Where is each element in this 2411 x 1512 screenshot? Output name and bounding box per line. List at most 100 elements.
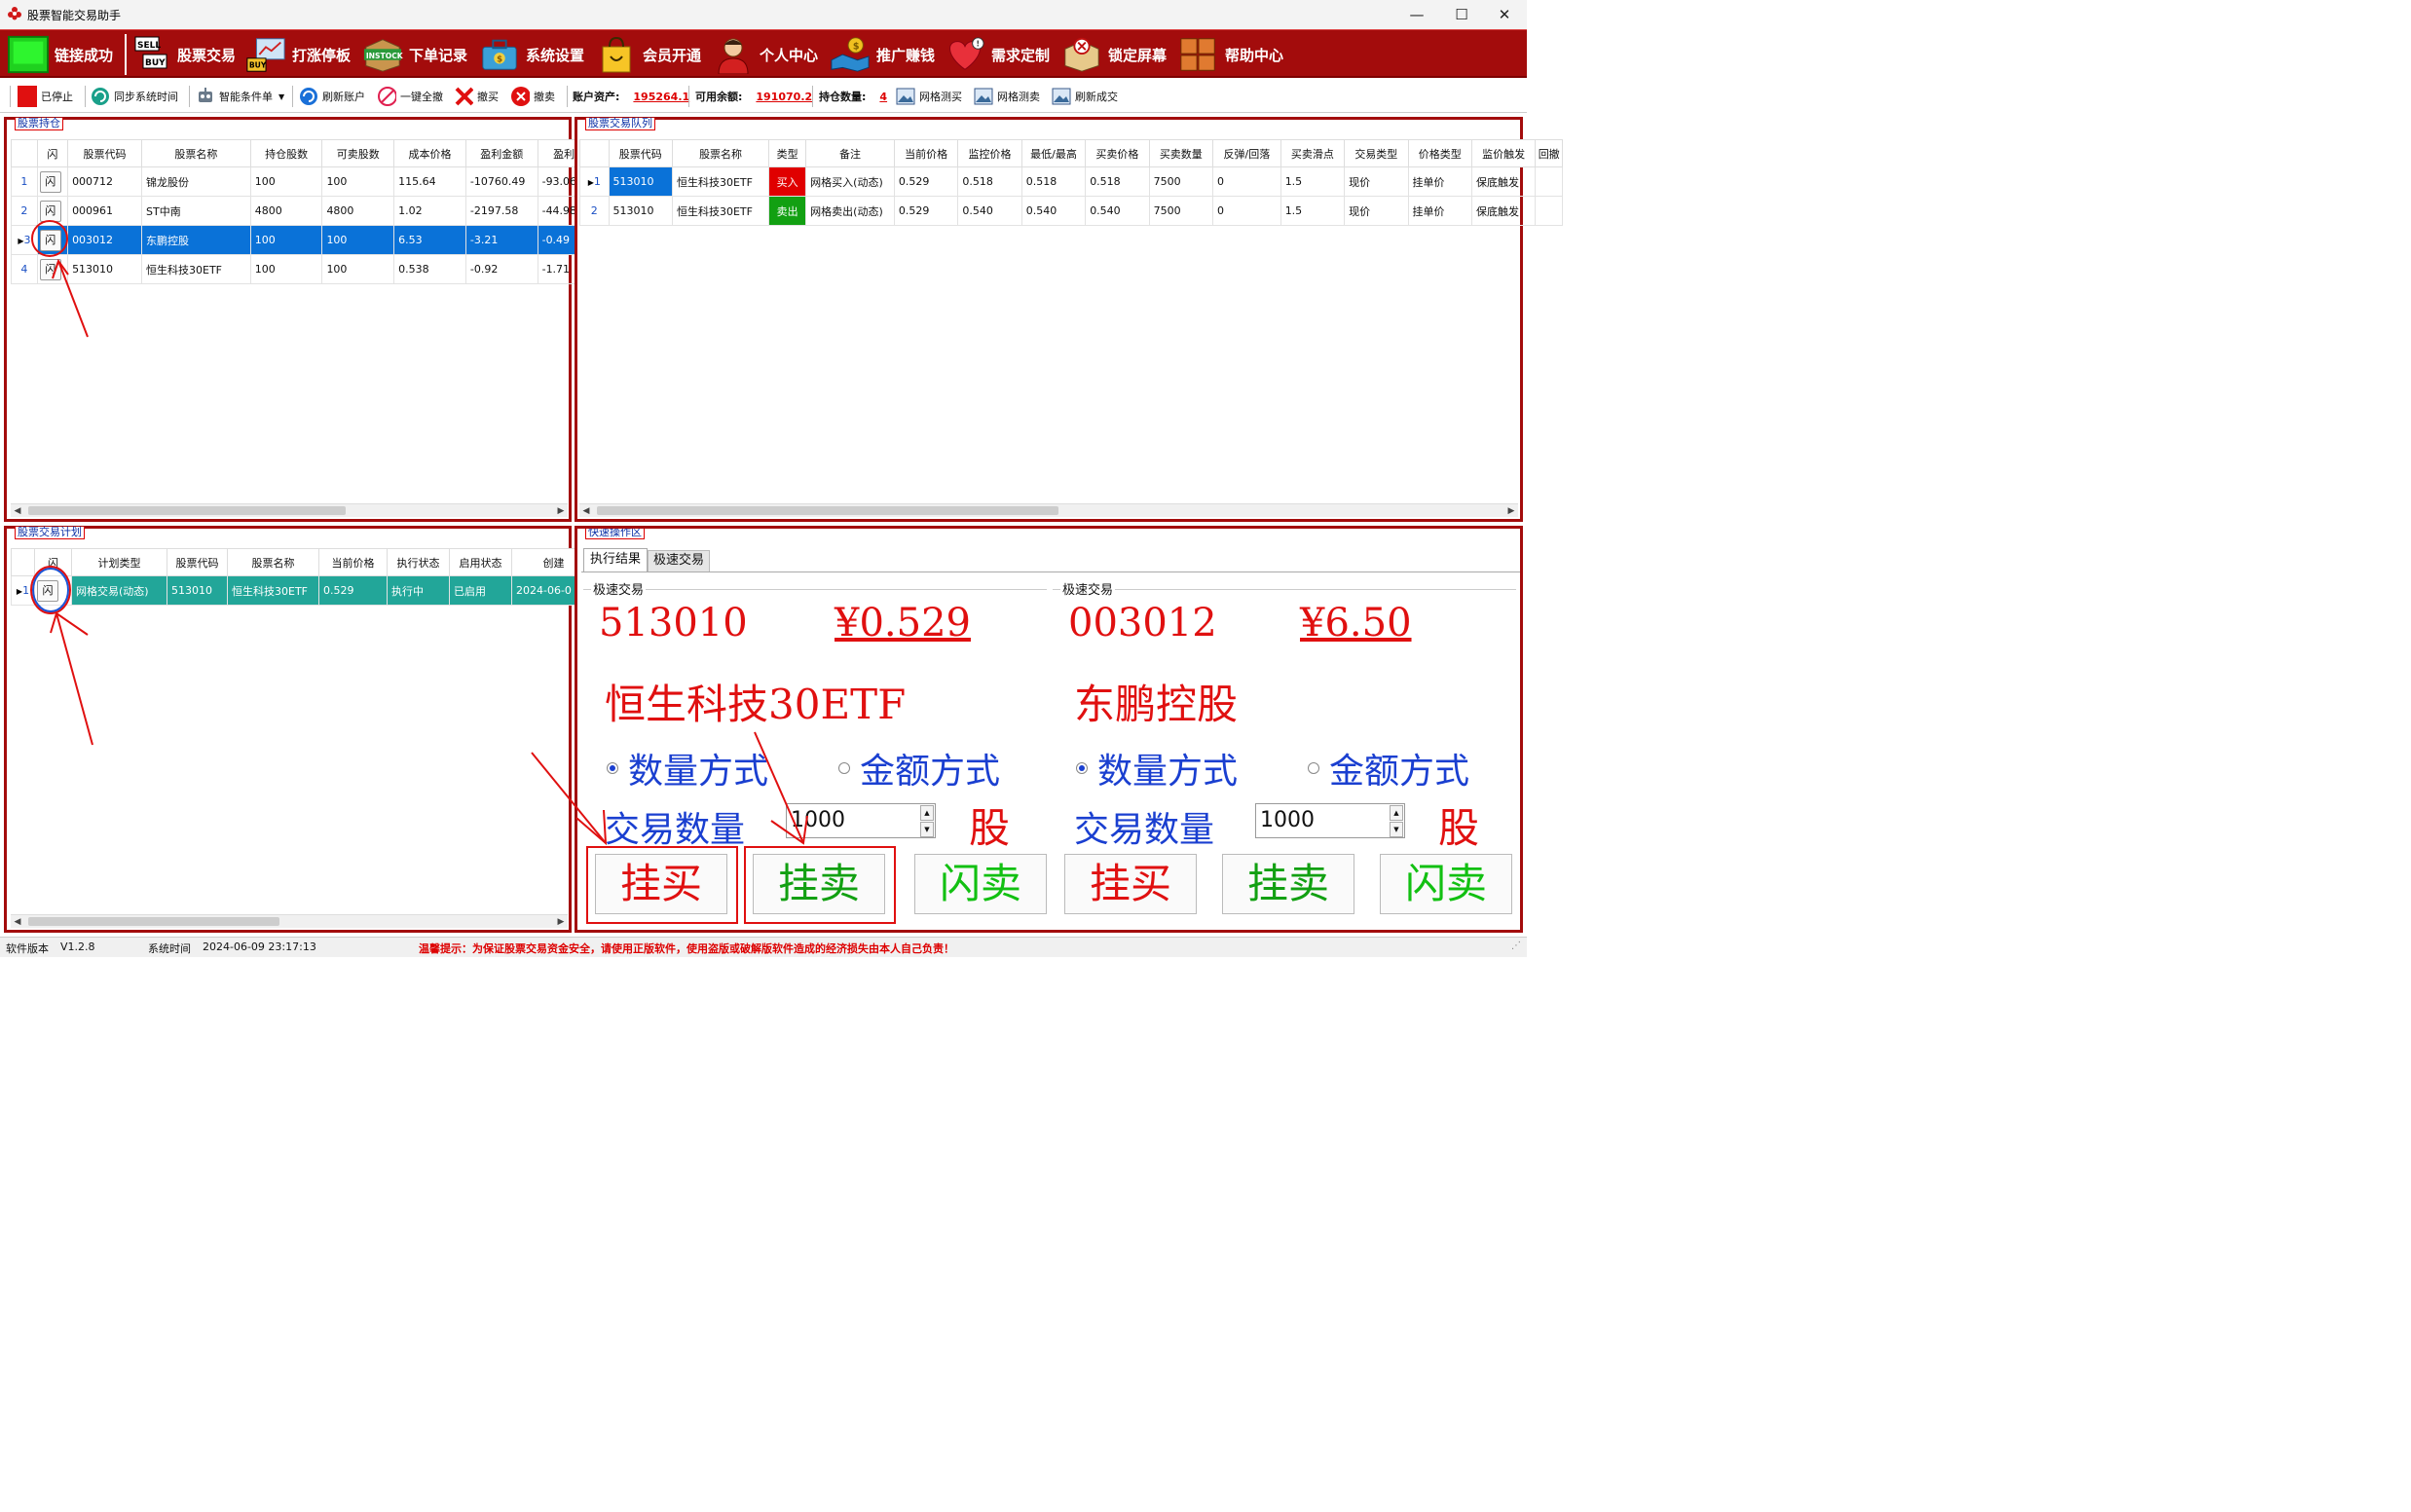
toolbox-icon: $ — [479, 35, 520, 74]
chart-board-icon: BUY — [245, 35, 286, 74]
refresh-deals-button[interactable]: 刷新成交 — [1052, 85, 1118, 108]
column-header: 股票代码 — [167, 548, 228, 576]
flash-sell-button[interactable]: 闪 — [39, 200, 61, 222]
table-row[interactable]: ▶1 513010 恒生科技30ETF 买入 网格买入(动态) 0.529 0.… — [579, 166, 1563, 197]
menu-item-lock-screen[interactable]: 锁定屏幕 — [1061, 34, 1167, 75]
stopped-label: 已停止 — [41, 91, 73, 103]
radio-by-quantity[interactable]: 数量方式 — [1076, 743, 1238, 793]
flash-sell-button[interactable]: 闪 — [37, 579, 58, 602]
cell-price: 0.529 — [893, 166, 959, 197]
menu-item-customization[interactable]: ! 需求定制 — [945, 34, 1050, 75]
cell-code: 003012 — [67, 225, 143, 255]
stepper-up-icon[interactable]: ▲ — [1390, 805, 1403, 821]
scroll-right-icon[interactable]: ▶ — [1504, 504, 1518, 518]
trade-queue-panel: 股票交易队列 股票代码 股票名称 类型 备注 当前价格 监控价格 最低/最高 买… — [575, 117, 1563, 522]
window-title: 股票智能交易助手 — [27, 9, 122, 22]
resize-grip-icon[interactable]: ⋰ — [1511, 940, 1521, 951]
cell-empty — [1535, 196, 1563, 226]
unit-label: 股 — [969, 804, 1011, 852]
queue-hscrollbar[interactable]: ◀ ▶ — [579, 503, 1518, 517]
table-row[interactable]: 1 闪 000712 锦龙股份 100 100 115.64 -10760.49… — [11, 166, 635, 197]
column-header: 类型 — [768, 139, 807, 167]
menu-item-personal-center[interactable]: 个人中心 — [713, 34, 818, 75]
limit-sell-button[interactable]: 挂卖 — [1222, 854, 1354, 914]
smart-order-dropdown[interactable]: 智能条件单 ▼ — [196, 85, 284, 108]
menu-item-connected[interactable]: 链接成功 — [8, 34, 113, 75]
radio-label: 数量方式 — [628, 752, 769, 792]
holdings-label: 持仓数量: — [819, 91, 867, 103]
cancel-all-button[interactable]: 一键全撤 — [377, 85, 443, 108]
sync-time-button[interactable]: 同步系统时间 — [91, 85, 178, 108]
cancel-sell-button[interactable]: 撤卖 — [510, 85, 555, 108]
assets-value: 195264.1 — [633, 90, 690, 103]
cell-pnl: -10760.49 — [464, 166, 538, 197]
menu-item-order-records[interactable]: INSTOCK 下单记录 — [362, 34, 467, 75]
stopped-button[interactable]: 已停止 — [18, 85, 73, 108]
limit-buy-button[interactable]: 挂买 — [595, 854, 727, 914]
menu-item-membership[interactable]: 会员开通 — [596, 34, 701, 75]
flash-sell-button[interactable]: 闪卖 — [1380, 854, 1512, 914]
holdings-hscrollbar[interactable]: ◀ ▶ — [11, 503, 568, 517]
tab-fast-trade[interactable]: 极速交易 — [648, 550, 710, 572]
table-row-selected[interactable]: ▶3 闪 003012 东鹏控股 100 100 6.53 -3.21 -0.4… — [11, 225, 635, 255]
scroll-left-icon[interactable]: ◀ — [579, 504, 593, 518]
table-row[interactable]: 2 513010 恒生科技30ETF 卖出 网格卖出(动态) 0.529 0.5… — [579, 196, 1563, 226]
picture-icon — [974, 87, 993, 106]
scroll-left-icon[interactable]: ◀ — [11, 504, 24, 518]
scroll-right-icon[interactable]: ▶ — [554, 915, 568, 929]
holdings-panel: 股票持仓 闪 股票代码 股票名称 持仓股数 可卖股数 成本价格 盈利金额 盈利百… — [4, 117, 635, 522]
flash-sell-button[interactable]: 闪 — [39, 229, 61, 251]
scroll-left-icon[interactable]: ◀ — [11, 915, 24, 929]
limit-buy-button[interactable]: 挂买 — [1064, 854, 1197, 914]
menu-item-promotion[interactable]: $ 推广赚钱 — [830, 34, 935, 75]
picture-icon — [896, 87, 915, 106]
table-row[interactable]: ▶1 闪 网格交易(动态) 513010 恒生科技30ETF 0.529 执行中… — [11, 575, 596, 606]
grid-sell-test-button[interactable]: 网格测卖 — [974, 85, 1040, 108]
quantity-stepper[interactable]: 1000 ▲ ▼ — [786, 803, 936, 838]
menu-item-help-center[interactable]: 帮助中心 — [1178, 34, 1283, 75]
cell-type-sell: 卖出 — [768, 196, 807, 226]
limit-sell-button[interactable]: 挂卖 — [753, 854, 885, 914]
flash-sell-button[interactable]: 闪卖 — [914, 854, 1047, 914]
cancel-buy-button[interactable]: 撤买 — [454, 85, 499, 108]
menu-item-system-settings[interactable]: $ 系统设置 — [479, 34, 584, 75]
cell-plan-type: 网格交易(动态) — [71, 575, 167, 606]
flash-sell-button[interactable]: 闪 — [39, 170, 61, 193]
trade-plan-panel: 股票交易计划 闪 计划类型 股票代码 股票名称 当前价格 执行状态 启用状态 创… — [4, 526, 596, 933]
table-row[interactable]: 2 闪 000961 ST中南 4800 4800 1.02 -2197.58 … — [11, 196, 635, 226]
radio-selected-icon — [607, 762, 618, 774]
plan-hscrollbar[interactable]: ◀ ▶ — [11, 914, 568, 928]
flash-sell-button[interactable]: 闪 — [39, 258, 61, 280]
tab-execution-result[interactable]: 执行结果 — [583, 548, 648, 572]
quantity-stepper[interactable]: 1000 ▲ ▼ — [1255, 803, 1405, 838]
menu-item-stock-trade[interactable]: SELL BUY 股票交易 — [130, 34, 236, 75]
scroll-right-icon[interactable]: ▶ — [554, 504, 568, 518]
scroll-thumb[interactable] — [597, 506, 1058, 515]
close-button[interactable]: ✕ — [1482, 0, 1527, 29]
table-row[interactable]: 4 闪 513010 恒生科技30ETF 100 100 0.538 -0.92… — [11, 254, 635, 284]
card-group-title: 极速交易 — [1060, 579, 1116, 598]
scroll-thumb[interactable] — [28, 917, 279, 926]
stepper-down-icon[interactable]: ▼ — [920, 822, 934, 837]
minimize-button[interactable]: — — [1394, 0, 1439, 29]
cell-qty: 100 — [249, 254, 323, 284]
card-group-title: 极速交易 — [591, 579, 647, 598]
column-header: 闪 — [34, 548, 72, 576]
radio-by-amount[interactable]: 金额方式 — [838, 743, 1000, 793]
cell-price-type: 挂单价 — [1407, 196, 1472, 226]
menu-label-membership: 会员开通 — [643, 46, 702, 64]
svg-text:$: $ — [853, 41, 860, 52]
in-stock-icon: INSTOCK — [362, 35, 403, 74]
menu-item-limit-up[interactable]: BUY 打涨停板 — [245, 34, 351, 75]
stepper-up-icon[interactable]: ▲ — [920, 805, 934, 821]
maximize-button[interactable]: ☐ — [1439, 0, 1484, 29]
version-label: 软件版本 — [6, 942, 49, 955]
grid-buy-test-button[interactable]: 网格测买 — [896, 85, 962, 108]
menu-label-promotion: 推广赚钱 — [876, 46, 936, 64]
column-header: 盈利金额 — [464, 139, 538, 167]
scroll-thumb[interactable] — [28, 506, 346, 515]
radio-by-amount[interactable]: 金额方式 — [1308, 743, 1469, 793]
refresh-account-button[interactable]: 刷新账户 — [299, 85, 365, 108]
stepper-down-icon[interactable]: ▼ — [1390, 822, 1403, 837]
radio-by-quantity[interactable]: 数量方式 — [607, 743, 768, 793]
